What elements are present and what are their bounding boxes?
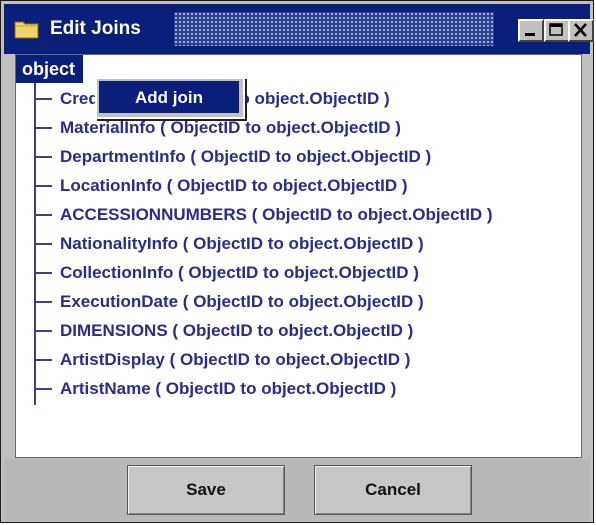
tree-node-label: ACCESSIONNUMBERS ( ObjectID to object.Ob…: [60, 205, 493, 224]
minimize-button[interactable]: [518, 19, 544, 42]
cancel-button[interactable]: Cancel: [314, 465, 472, 515]
tree-branch-line: [34, 359, 52, 361]
tree-node-label: DIMENSIONS ( ObjectID to object.ObjectID…: [60, 321, 414, 340]
tree-branch-line: [34, 185, 52, 187]
tree-node-label: ArtistDisplay ( ObjectID to object.Objec…: [60, 350, 411, 369]
maximize-icon: [549, 23, 563, 36]
maximize-button[interactable]: [544, 19, 570, 42]
tree-node-label: LocationInfo ( ObjectID to object.Object…: [60, 176, 408, 195]
title-bar[interactable]: Edit Joins: [4, 4, 594, 54]
tree-branch-line: [34, 156, 52, 158]
tree-branch-line: [34, 330, 52, 332]
close-icon: [574, 23, 587, 37]
window-title: Edit Joins: [50, 18, 141, 39]
title-bar-pattern: [174, 12, 494, 46]
tree-branch-line: [34, 388, 52, 390]
tree-node-label: ArtistName ( ObjectID to object.ObjectID…: [60, 379, 397, 398]
menu-item-add-join[interactable]: Add join: [99, 81, 239, 113]
tree-branch-line: [34, 301, 52, 303]
edit-joins-window: Edit Joins object CreditLine ( ObjectID …: [0, 0, 594, 523]
tree-branch-line: [34, 98, 52, 100]
close-button[interactable]: [568, 19, 594, 42]
context-menu: Add join: [95, 77, 245, 119]
save-button[interactable]: Save: [127, 465, 285, 515]
tree-root-node[interactable]: object: [16, 55, 84, 83]
tree-node-label: NationalityInfo ( ObjectID to object.Obj…: [60, 234, 424, 253]
tree-node-label: DepartmentInfo ( ObjectID to object.Obje…: [60, 147, 432, 166]
tree-branch-line: [34, 127, 52, 129]
button-bar: Save Cancel: [4, 459, 590, 521]
tree-branch-line: [34, 243, 52, 245]
tree-branch-line: [34, 272, 52, 274]
tree-node-label: CollectionInfo ( ObjectID to object.Obje…: [60, 263, 419, 282]
minimize-icon: [525, 33, 535, 36]
folder-icon: [14, 19, 40, 39]
tree-node-label: ExecutionDate ( ObjectID to object.Objec…: [60, 292, 424, 311]
tree-branch-line: [34, 214, 52, 216]
